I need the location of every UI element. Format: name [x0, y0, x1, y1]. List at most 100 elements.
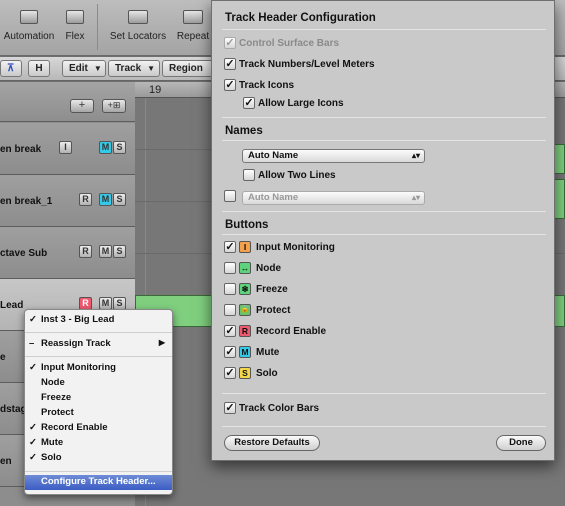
mute-button[interactable]: M: [99, 141, 112, 154]
record-enable-button[interactable]: R: [79, 245, 92, 258]
panel-title: Track Header Configuration: [225, 12, 376, 24]
record-icon: R: [239, 325, 251, 337]
menu-divider: [25, 471, 172, 472]
menu-divider: [25, 356, 172, 357]
automation-label: Automation: [3, 31, 55, 42]
menu-item-freeze[interactable]: Freeze: [25, 391, 172, 406]
automation-button[interactable]: Automation: [2, 10, 56, 42]
panel-divider: [222, 29, 546, 30]
allow-large-icons-label: Allow Large Icons: [258, 98, 344, 109]
track-numbers-checkbox[interactable]: ✓: [224, 58, 236, 70]
track-row[interactable]: ctave Sub R M S: [0, 227, 135, 279]
menu-item-track-name[interactable]: ✓ Inst 3 - Big Lead: [25, 313, 172, 328]
track-row[interactable]: en break I M S: [0, 123, 135, 175]
panel-divider: [222, 393, 546, 394]
menu-item-configure-track-header[interactable]: Configure Track Header...: [25, 475, 172, 490]
track-name: e: [0, 352, 6, 363]
dash-icon: –: [29, 338, 35, 349]
done-button[interactable]: Done: [496, 435, 546, 451]
record-enable-checkbox[interactable]: ✓: [224, 325, 236, 337]
restore-defaults-button[interactable]: Restore Defaults: [224, 435, 320, 451]
panel-divider: [222, 211, 546, 212]
mute-button[interactable]: M: [99, 245, 112, 258]
track-name: dstag: [0, 404, 27, 415]
track-row[interactable]: en break_1 R M S: [0, 175, 135, 227]
panel-divider: [222, 140, 546, 141]
checkmark-icon: ✓: [29, 314, 37, 325]
mute-icon: M: [239, 346, 251, 358]
track-list-header: + +⊞: [0, 82, 135, 122]
submenu-arrow-icon: ▶: [158, 338, 165, 347]
menu-item-label: Solo: [41, 452, 62, 463]
panel-divider: [222, 117, 546, 118]
automation-icon: [20, 10, 38, 24]
primary-name-value: Auto Name: [248, 150, 299, 161]
add-multiple-tracks-button[interactable]: +⊞: [102, 99, 126, 113]
record-enable-button[interactable]: R: [79, 193, 92, 206]
repeat-button[interactable]: Repeat: [174, 10, 212, 42]
protect-checkbox[interactable]: [224, 304, 236, 316]
hide-button[interactable]: H: [28, 60, 50, 77]
allow-two-lines-checkbox[interactable]: [243, 169, 255, 181]
primary-name-select[interactable]: Auto Name ▴▾: [242, 149, 425, 163]
checkmark-icon: ✓: [29, 437, 37, 448]
menu-item-label: Input Monitoring: [41, 362, 116, 373]
input-monitoring-icon: I: [239, 241, 251, 253]
track-icons-label: Track Icons: [239, 80, 295, 91]
input-monitoring-button[interactable]: I: [59, 141, 72, 154]
edit-menu[interactable]: Edit ▼: [62, 60, 106, 77]
solo-checkbox[interactable]: ✓: [224, 367, 236, 379]
track-name: en break_1: [0, 196, 53, 207]
control-surface-bars-checkbox[interactable]: ✓: [224, 37, 236, 49]
flex-button[interactable]: Flex: [62, 10, 88, 42]
add-track-button[interactable]: +: [70, 99, 94, 113]
mute-button[interactable]: M: [99, 193, 112, 206]
solo-label: Solo: [256, 368, 278, 379]
menu-item-label: Reassign Track: [41, 338, 111, 349]
track-name: Lead: [0, 300, 24, 311]
set-locators-button[interactable]: Set Locators: [108, 10, 168, 42]
ruler-bar-number: 19: [149, 84, 162, 96]
menu-item-input-monitoring[interactable]: ✓ Input Monitoring: [25, 361, 172, 376]
track-name: ctave Sub: [0, 248, 48, 259]
menu-divider: [25, 332, 172, 333]
names-section-title: Names: [225, 125, 263, 137]
secondary-name-select[interactable]: Auto Name ▴▾: [242, 191, 425, 205]
panel-divider: [222, 234, 546, 235]
repeat-label: Repeat: [176, 31, 210, 42]
mute-label: Mute: [256, 347, 280, 358]
node-icon: ↔: [239, 262, 251, 274]
track-icons-checkbox[interactable]: ✓: [224, 79, 236, 91]
menu-item-reassign-track[interactable]: – Reassign Track ▶: [25, 337, 172, 352]
menu-item-solo[interactable]: ✓ Solo: [25, 451, 172, 466]
freeze-icon: ❄: [239, 283, 251, 295]
menu-item-node[interactable]: Node: [25, 376, 172, 391]
freeze-checkbox[interactable]: [224, 283, 236, 295]
region-menu[interactable]: Region: [162, 60, 214, 77]
input-monitoring-checkbox[interactable]: ✓: [224, 241, 236, 253]
menu-item-label: Record Enable: [41, 422, 108, 433]
select-arrows-icon: ▴▾: [411, 193, 420, 202]
menu-item-record-enable[interactable]: ✓ Record Enable: [25, 421, 172, 436]
track-color-bars-checkbox[interactable]: ✓: [224, 402, 236, 414]
node-label: Node: [256, 263, 281, 274]
menu-item-label: Freeze: [41, 392, 72, 403]
track-numbers-label: Track Numbers/Level Meters: [239, 59, 375, 70]
chevron-down-icon: ▼: [93, 64, 102, 73]
catch-button[interactable]: ⊼: [0, 60, 22, 77]
allow-large-icons-checkbox[interactable]: ✓: [243, 97, 255, 109]
menu-item-protect[interactable]: Protect: [25, 406, 172, 421]
buttons-section-title: Buttons: [225, 219, 269, 231]
menu-item-mute[interactable]: ✓ Mute: [25, 436, 172, 451]
checkmark-icon: ✓: [29, 362, 37, 373]
solo-button[interactable]: S: [113, 193, 126, 206]
secondary-name-checkbox[interactable]: [224, 190, 236, 202]
mute-checkbox[interactable]: ✓: [224, 346, 236, 358]
track-color-bars-label: Track Color Bars: [239, 403, 320, 414]
solo-button[interactable]: S: [113, 245, 126, 258]
node-checkbox[interactable]: [224, 262, 236, 274]
solo-button[interactable]: S: [113, 141, 126, 154]
panel-divider: [222, 426, 546, 427]
track-menu[interactable]: Track ▼: [108, 60, 160, 77]
protect-label: Protect: [256, 305, 291, 316]
